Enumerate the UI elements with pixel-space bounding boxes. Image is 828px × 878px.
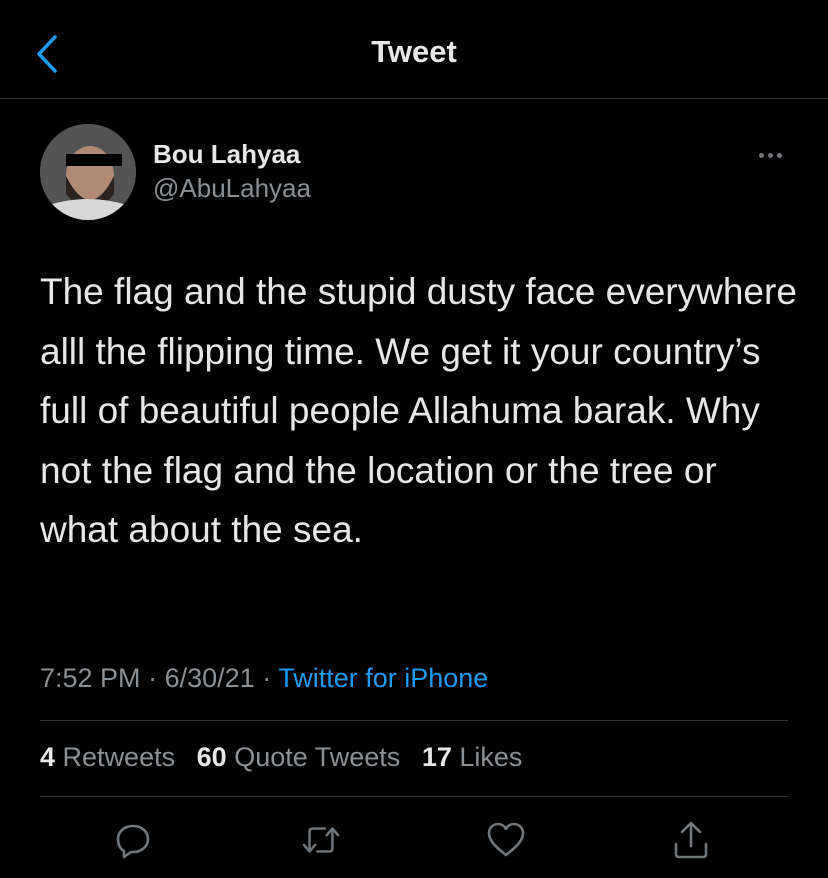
divider <box>40 720 788 721</box>
tweet-time: 7:52 PM <box>40 663 141 693</box>
reply-button[interactable] <box>113 820 153 860</box>
author-name[interactable]: Bou Lahyaa <box>153 139 300 170</box>
avatar[interactable] <box>40 124 136 220</box>
avatar-photo <box>40 124 136 220</box>
tweet-text: The flag and the stupid dusty face every… <box>40 271 797 550</box>
reply-icon <box>116 824 150 859</box>
quote-tweets-stat[interactable]: 60 Quote Tweets <box>197 742 401 772</box>
like-button[interactable] <box>486 820 526 860</box>
retweets-stat[interactable]: 4 Retweets <box>40 742 175 772</box>
tweet-stats: 4 Retweets 60 Quote Tweets 17 Likes <box>40 742 536 773</box>
like-icon <box>487 822 525 857</box>
page-title: Tweet <box>371 34 457 69</box>
share-icon <box>674 821 708 859</box>
more-icon <box>758 152 764 158</box>
divider <box>40 796 788 797</box>
share-button[interactable] <box>671 820 711 860</box>
tweet-source-link[interactable]: Twitter for iPhone <box>278 663 488 693</box>
more-button[interactable] <box>750 145 790 165</box>
top-bar: Tweet <box>0 0 828 99</box>
likes-stat[interactable]: 17 Likes <box>422 742 523 772</box>
tweet-date: 6/30/21 <box>164 663 255 693</box>
retweet-button[interactable] <box>301 820 341 860</box>
retweet-icon <box>302 827 340 853</box>
tweet-meta: 7:52 PM · 6/30/21 · Twitter for iPhone <box>40 663 489 693</box>
author-handle[interactable]: @AbuLahyaa <box>153 173 311 204</box>
